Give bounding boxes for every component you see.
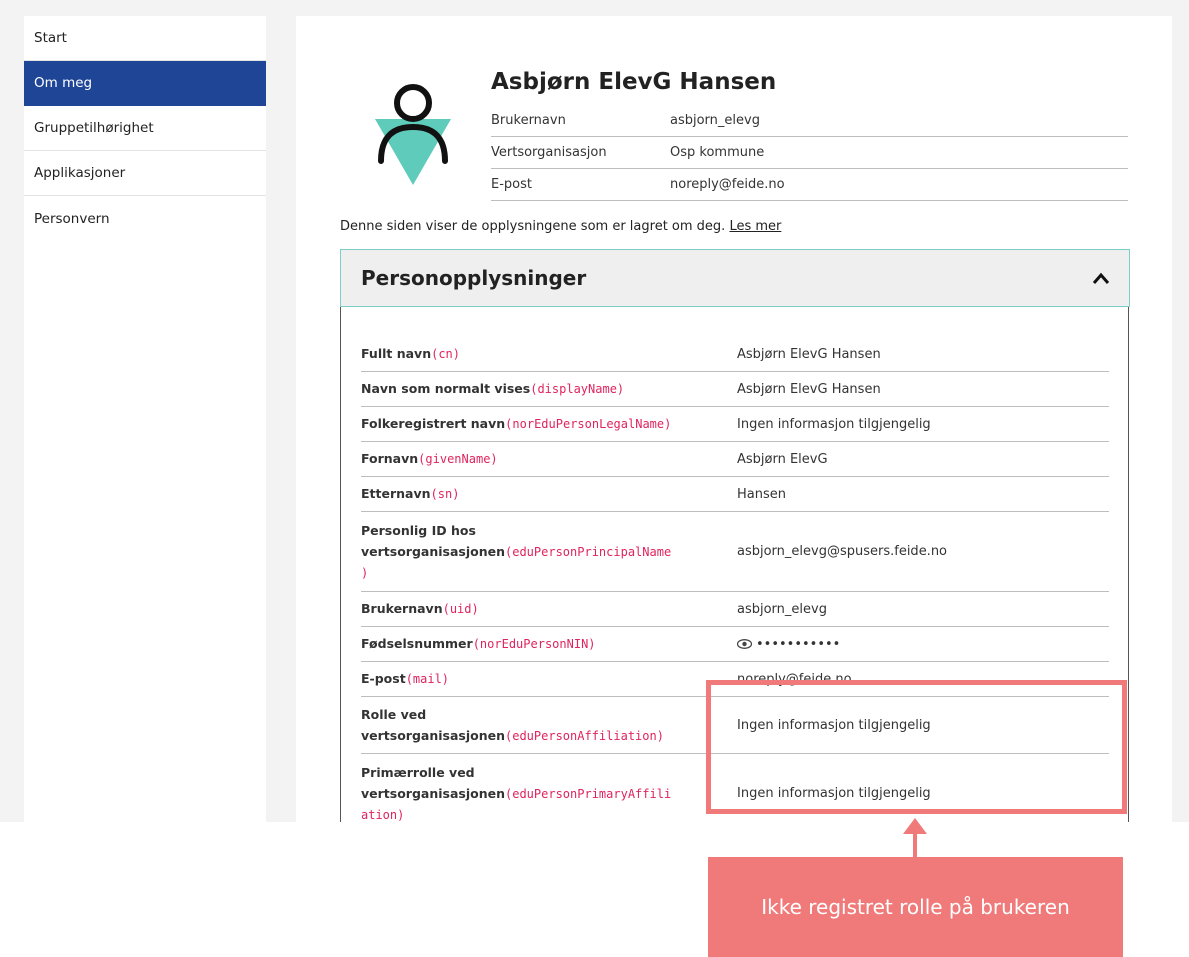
attr-key: (displayName) (530, 382, 625, 396)
profile-label: Brukernavn (491, 113, 566, 128)
profile-value: noreply@feide.no (670, 177, 785, 192)
attr-name: Navn som normalt vises (361, 381, 531, 396)
attr-name: vertsorganisasjonen (361, 727, 505, 743)
annotation-highlight-box (706, 680, 1127, 814)
personal-info-panel-header[interactable]: Personopplysninger (340, 249, 1130, 307)
profile-row-username: Brukernavn asbjorn_elevg (491, 105, 1128, 137)
attr-value: Asbjørn ElevG Hansen (737, 381, 881, 397)
sidebar-item-label: Gruppetilhørighet (34, 120, 154, 136)
user-avatar-icon (375, 84, 451, 185)
attr-value: asbjorn_elevg (737, 601, 827, 617)
attr-row-principalname: Personlig ID hos vertsorganisasjonen(edu… (361, 512, 1109, 592)
profile-row-email: E-post noreply@feide.no (491, 169, 1128, 201)
attr-row-uid: Brukernavn(uid) asbjorn_elevg (361, 592, 1109, 627)
callout-text: Ikke registret rolle på brukeren (761, 895, 1070, 919)
attr-name: vertsorganisasjonen (361, 785, 505, 801)
attr-label: Brukernavn(uid) (361, 598, 737, 620)
annotation-callout: Ikke registret rolle på brukeren (708, 857, 1123, 957)
attr-name: Fornavn (361, 451, 419, 466)
panel-title: Personopplysninger (361, 266, 587, 290)
profile-label: E-post (491, 177, 532, 192)
chevron-up-icon[interactable] (1091, 271, 1111, 285)
attr-label: Fødselsnummer(norEduPersonNIN) (361, 633, 737, 655)
attr-key: (eduPersonPrimaryAffili (505, 786, 672, 801)
attr-key: (eduPersonAffiliation) (505, 728, 664, 743)
sidebar-item-applikasjoner[interactable]: Applikasjoner (24, 151, 266, 196)
nin-masked: ••••••••••• (756, 636, 841, 652)
attr-key: (norEduPersonLegalName) (505, 417, 672, 431)
attr-value: Ingen informasjon tilgjengelig (737, 416, 931, 432)
attr-label: Rolle ved vertsorganisasjonen(eduPersonA… (361, 704, 737, 747)
attr-label: Navn som normalt vises(displayName) (361, 378, 737, 400)
intro-sentence: Denne siden viser de opplysningene som e… (340, 219, 730, 234)
sidebar-item-personvern[interactable]: Personvern (24, 196, 266, 241)
attr-label: Folkeregistrert navn(norEduPersonLegalNa… (361, 413, 737, 435)
attr-label: Primærrolle ved vertsorganisasjonen(eduP… (361, 762, 737, 823)
attr-key: ation) (361, 807, 405, 822)
sidebar-item-label: Start (34, 30, 67, 46)
attr-key: (sn) (430, 487, 460, 501)
profile-row-host-org: Vertsorganisasjon Osp kommune (491, 137, 1128, 169)
attr-name: Brukernavn (361, 601, 443, 616)
read-more-link[interactable]: Les mer (729, 219, 781, 234)
attr-name: Fullt navn (361, 346, 432, 361)
attr-label: Fullt navn(cn) (361, 343, 737, 365)
profile-value: asbjorn_elevg (670, 113, 760, 128)
profile-label: Vertsorganisasjon (491, 145, 607, 160)
eye-icon[interactable] (736, 639, 753, 649)
attr-label: Fornavn(givenName) (361, 448, 737, 470)
sidebar-item-start[interactable]: Start (24, 16, 266, 61)
attr-value: Hansen (737, 486, 786, 502)
attr-key: (givenName) (418, 452, 498, 466)
attr-row-nin: Fødselsnummer(norEduPersonNIN) •••••••••… (361, 627, 1109, 662)
profile-summary: Brukernavn asbjorn_elevg Vertsorganisasj… (491, 105, 1128, 201)
attr-name: Folkeregistrert navn (361, 416, 506, 431)
attr-value: Asbjørn ElevG (737, 451, 828, 467)
attr-value: ••••••••••• (736, 636, 1109, 652)
attr-key: (uid) (442, 602, 479, 616)
attr-row-displayname: Navn som normalt vises(displayName) Asbj… (361, 372, 1109, 407)
attr-row-legalname: Folkeregistrert navn(norEduPersonLegalNa… (361, 407, 1109, 442)
attr-label: Etternavn(sn) (361, 483, 737, 505)
attr-key: ) (361, 565, 369, 580)
attr-label: Personlig ID hos vertsorganisasjonen(edu… (361, 520, 737, 584)
sidebar-item-gruppetilhorighet[interactable]: Gruppetilhørighet (24, 106, 266, 151)
sidebar-item-om-meg[interactable]: Om meg (24, 61, 266, 106)
profile-value: Osp kommune (670, 145, 765, 160)
attr-name: Fødselsnummer (361, 636, 473, 651)
sidebar-item-label: Om meg (34, 75, 93, 91)
attr-name: vertsorganisasjonen (361, 543, 505, 559)
sidebar-item-label: Applikasjoner (34, 165, 126, 181)
attr-row-givenname: Fornavn(givenName) Asbjørn ElevG (361, 442, 1109, 477)
attr-name: Primærrolle ved (361, 764, 475, 780)
attr-name: Etternavn (361, 486, 431, 501)
attr-key: (mail) (405, 672, 450, 686)
attr-key: (norEduPersonNIN) (472, 637, 596, 651)
attr-label: E-post(mail) (361, 668, 737, 690)
annotation-arrow-icon (903, 818, 927, 834)
attr-name: Personlig ID hos (361, 522, 476, 538)
sidebar-item-label: Personvern (34, 210, 110, 227)
attr-value: asbjorn_elevg@spusers.feide.no (737, 544, 948, 559)
attr-name: E-post (361, 671, 406, 686)
attr-key: (eduPersonPrincipalName (505, 544, 672, 559)
sidebar: Start Om meg Gruppetilhørighet Applikasj… (24, 16, 266, 822)
attr-row-sn: Etternavn(sn) Hansen (361, 477, 1109, 512)
attr-name: Rolle ved (361, 706, 427, 722)
user-full-name: Asbjørn ElevG Hansen (491, 69, 777, 95)
attr-key: (cn) (431, 347, 460, 361)
attr-value: Asbjørn ElevG Hansen (737, 346, 881, 362)
intro-text: Denne siden viser de opplysningene som e… (340, 219, 781, 234)
annotation-arrow-shaft (913, 830, 917, 858)
attr-row-cn: Fullt navn(cn) Asbjørn ElevG Hansen (361, 337, 1109, 372)
